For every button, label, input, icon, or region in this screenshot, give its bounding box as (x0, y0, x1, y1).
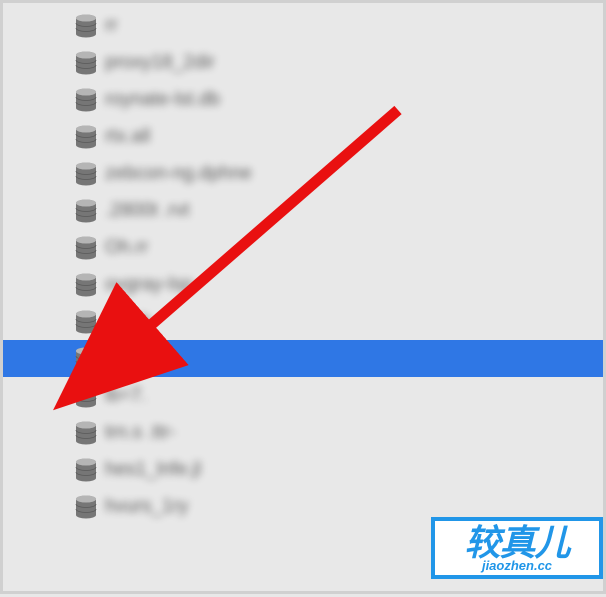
database-item-label: ovgray-lsp (105, 274, 193, 296)
database-item-6[interactable]: Oh.rr (3, 229, 603, 266)
database-item-0[interactable]: rr (3, 7, 603, 44)
database-item-label: sh ub (105, 311, 151, 333)
database-icon (75, 273, 97, 297)
watermark-sub-text: jiaozhen.cc (482, 559, 552, 572)
database-item-label: rtx.all (105, 126, 150, 148)
database-item-label: rr (105, 15, 118, 37)
database-list: rr proxy18_2dir roynate-lst.db rtx.all z… (3, 3, 603, 525)
database-icon (75, 421, 97, 445)
database-item-8[interactable]: sh ub (3, 303, 603, 340)
database-item-1[interactable]: proxy18_2dir (3, 44, 603, 81)
watermark-main-text: 较真儿 (464, 525, 569, 561)
database-item-label: hes1_lnfe.jl (105, 459, 201, 481)
database-item-5[interactable]: .2800t .rvt (3, 192, 603, 229)
database-item-label: proxy18_2dir (105, 52, 215, 74)
database-item-label: roynate-lst.db (105, 89, 220, 111)
database-item-label: hvurs_1ry (105, 496, 188, 518)
database-icon (75, 458, 97, 482)
database-item-12[interactable]: hes1_lnfe.jl (3, 451, 603, 488)
database-icon (75, 384, 97, 408)
database-item-3[interactable]: rtx.all (3, 118, 603, 155)
watermark-badge: 较真儿 jiaozhen.cc (431, 517, 603, 579)
database-item-label: test (105, 348, 136, 370)
database-icon (75, 88, 97, 112)
database-item-4[interactable]: zebcon-ng.dphne (3, 155, 603, 192)
database-item-11[interactable]: trn.s .ttr- (3, 414, 603, 451)
database-item-label: lb=7. (105, 385, 147, 407)
database-item-label: trn.s .ttr- (105, 422, 176, 444)
database-icon (75, 125, 97, 149)
database-item-test[interactable]: test (3, 340, 603, 377)
database-icon (75, 236, 97, 260)
database-item-2[interactable]: roynate-lst.db (3, 81, 603, 118)
database-icon (75, 14, 97, 38)
database-item-10[interactable]: lb=7. (3, 377, 603, 414)
database-item-label: Oh.rr (105, 237, 148, 259)
database-icon (75, 310, 97, 334)
database-item-7[interactable]: ovgray-lsp (3, 266, 603, 303)
database-item-label: .2800t .rvt (105, 200, 190, 222)
database-icon (75, 162, 97, 186)
database-item-label: zebcon-ng.dphne (105, 163, 252, 185)
database-icon (75, 51, 97, 75)
database-icon (75, 495, 97, 519)
database-icon (75, 347, 97, 371)
database-icon (75, 199, 97, 223)
